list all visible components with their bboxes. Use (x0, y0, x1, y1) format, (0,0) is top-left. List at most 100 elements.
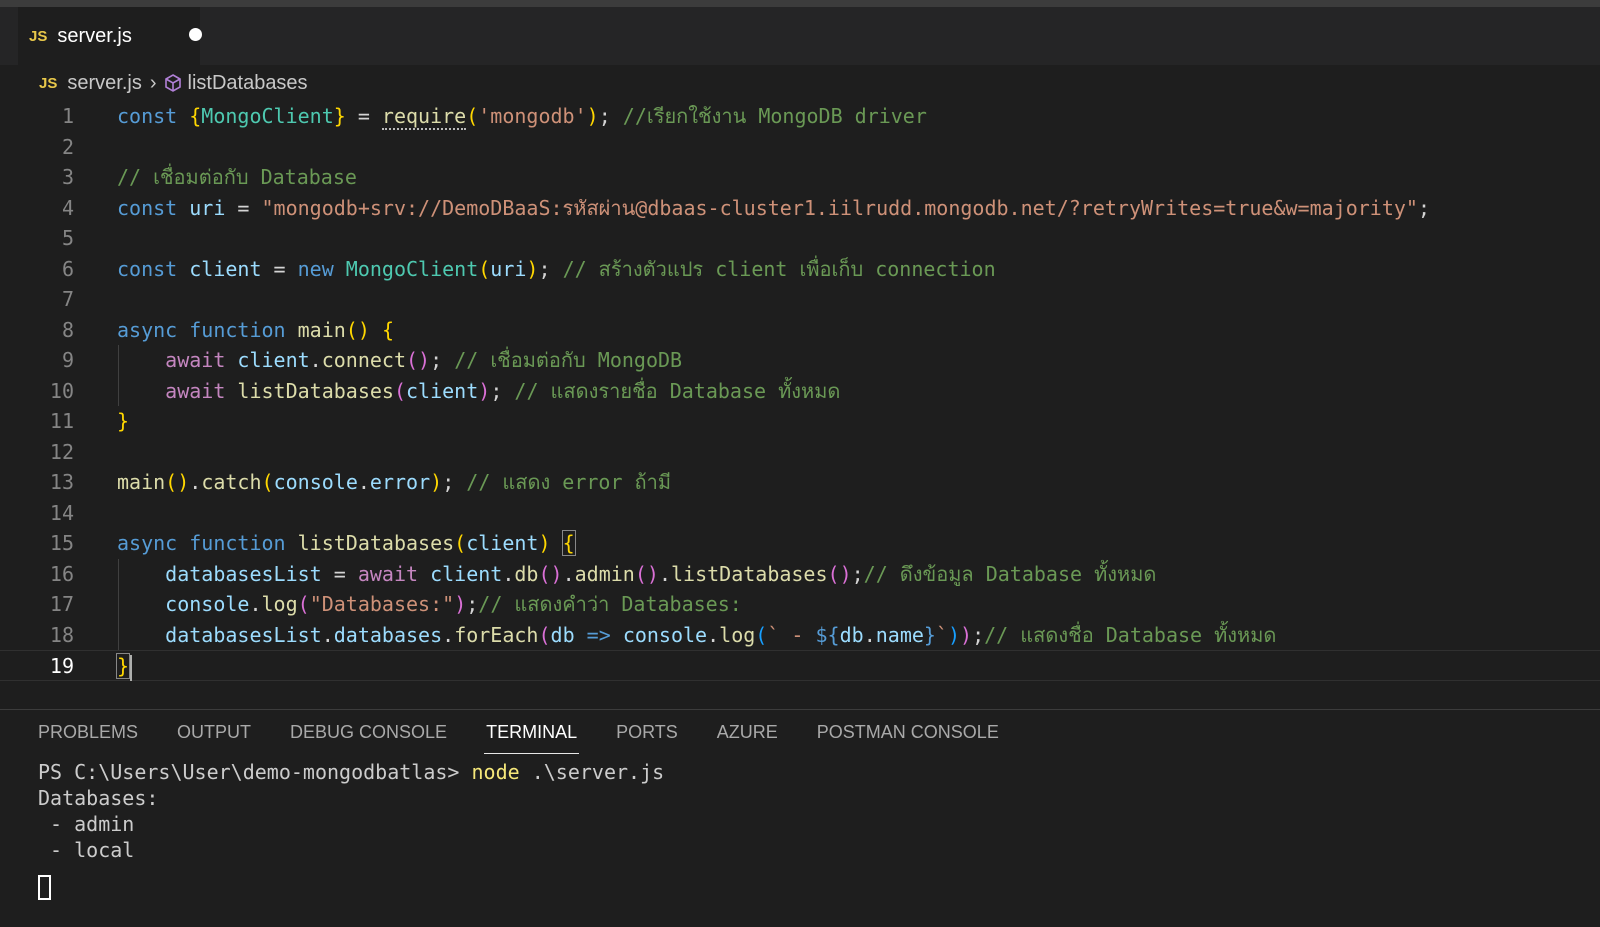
code-token: ) (948, 622, 961, 647)
code-token: listDatabases (297, 531, 455, 555)
tab-output[interactable]: OUTPUT (177, 710, 251, 754)
code-token: () (634, 561, 659, 586)
code-token: () (538, 561, 563, 586)
code-line[interactable]: 11} (0, 406, 1600, 437)
terminal-command-line[interactable]: PS C:\Users\User\demo-mongodbatlas> node… (38, 759, 664, 785)
editor-tab-bar: JS server.js (0, 7, 1600, 65)
code-token: databases (333, 622, 443, 647)
line-number: 10 (49, 378, 74, 403)
tab-ports[interactable]: PORTS (616, 710, 678, 754)
line-number: 2 (61, 134, 74, 159)
tab-debug-console[interactable]: DEBUG CONSOLE (290, 710, 447, 754)
code-line[interactable]: 12 (0, 437, 1600, 468)
breadcrumb-file[interactable]: server.js (67, 72, 141, 95)
line-number: 1 (61, 104, 74, 128)
code-line[interactable]: 19} (0, 650, 1600, 681)
code-token: client (237, 348, 310, 372)
breadcrumb-symbol[interactable]: listDatabases (188, 72, 308, 95)
code-token: function (189, 531, 298, 555)
code-token: } (117, 409, 130, 433)
code-token: ` (935, 622, 948, 647)
code-line[interactable]: 13 main().catch(console.error); // แสดง e… (0, 467, 1600, 498)
code-line[interactable]: 8 async function main() { (0, 315, 1600, 346)
code-line[interactable]: 15 async function listDatabases(client) { (0, 528, 1600, 559)
code-line[interactable]: 5 (0, 223, 1600, 254)
tab-terminal[interactable]: TERMINAL (484, 710, 580, 754)
code-token: () (406, 348, 431, 372)
code-token: client (466, 531, 539, 555)
text-cursor (130, 654, 133, 681)
code-text: } (117, 406, 129, 437)
code-token: ( (454, 531, 467, 555)
code-line[interactable]: 7 (0, 284, 1600, 315)
code-token: db (514, 561, 539, 586)
code-token: new (297, 256, 346, 281)
code-line[interactable]: 6 const client = new MongoClient(uri); //… (0, 254, 1600, 285)
breadcrumb: JS server.js › listDatabases (0, 65, 1600, 101)
code-token: ( (261, 470, 274, 494)
code-token: . (309, 348, 322, 372)
code-token: ( (466, 104, 479, 128)
code-token: ) (526, 256, 539, 281)
tab-problems[interactable]: PROBLEMS (38, 710, 138, 754)
terminal-output-line: - local (38, 838, 135, 862)
line-number: 3 (61, 165, 74, 189)
code-token: ; (1417, 195, 1430, 220)
code-token: } (115, 653, 131, 679)
code-token: = (225, 195, 262, 220)
tab-postman-console[interactable]: POSTMAN CONSOLE (817, 710, 999, 754)
code-line[interactable]: 14 (0, 498, 1600, 529)
code-token: ) (454, 592, 467, 616)
code-token: ; (442, 470, 467, 494)
code-token: async (117, 317, 190, 342)
code-line[interactable]: 3 // เชื่อมต่อกับ Database (0, 162, 1600, 193)
code-token: connect (321, 348, 407, 372)
terminal-args: .\server.js (519, 760, 665, 784)
line-number: 18 (49, 622, 74, 647)
code-line[interactable]: 10 await listDatabases(client); // แสดงร… (0, 376, 1600, 407)
code-token: = (321, 561, 358, 586)
code-line[interactable]: 4 const uri = "mongodb+srv://DemoDBaaS:รห… (0, 193, 1600, 224)
code-token: // แสดงคำว่า Databases: (478, 592, 742, 616)
code-token: const (117, 104, 190, 128)
line-number: 16 (49, 561, 74, 586)
chevron-right-icon: › (149, 71, 157, 94)
code-editor[interactable]: 1 const {MongoClient} = require('mongodb'… (0, 101, 1600, 709)
code-token: ; (538, 256, 563, 281)
code-text: databasesList = await client.db().admin(… (117, 559, 1156, 590)
code-line[interactable]: 2 (0, 132, 1600, 163)
code-line[interactable]: 16 databasesList = await client.db().adm… (0, 559, 1600, 590)
code-text: const client = new MongoClient(uri); // … (117, 254, 996, 285)
code-token: { (189, 104, 202, 128)
code-token: log (719, 622, 756, 647)
code-line[interactable]: 18 databasesList.databases.forEach(db =>… (0, 620, 1600, 651)
unsaved-dot-icon[interactable] (189, 28, 202, 41)
code-text: await client.connect(); // เชื่อมต่อกับ … (117, 345, 682, 376)
code-token: ; (851, 561, 864, 586)
code-token: = (345, 104, 382, 128)
code-token: ) (586, 104, 599, 128)
code-token: // แสดงรายชื่อ Database ทั้งหมด (514, 378, 841, 403)
code-line[interactable]: 17 console.log("Databases:");// แสดงคำว่… (0, 589, 1600, 620)
code-token: () (827, 561, 852, 586)
code-line[interactable]: 9 await client.connect(); // เชื่อมต่อกั… (0, 345, 1600, 376)
code-token: . (249, 592, 262, 616)
line-number: 11 (49, 409, 74, 433)
code-token: const (117, 256, 190, 281)
panel-tab-strip: PROBLEMS OUTPUT DEBUG CONSOLE TERMINAL PORTS… (38, 710, 1038, 754)
terminal-output-line: - admin (38, 812, 135, 836)
code-token: ) (478, 378, 491, 403)
tab-azure[interactable]: AZURE (717, 710, 778, 754)
code-token: catch (201, 470, 262, 494)
code-token: ( (538, 622, 551, 647)
code-token: client (430, 561, 503, 586)
code-token: ( (755, 622, 768, 647)
javascript-file-icon: JS (39, 74, 58, 92)
code-token: ${ (815, 622, 840, 647)
tab-server-js[interactable]: JS server.js (18, 7, 202, 65)
code-line[interactable]: 1 const {MongoClient} = require('mongodb'… (0, 101, 1600, 132)
code-token: ; (466, 592, 479, 616)
code-token: "Databases:" (309, 592, 455, 616)
